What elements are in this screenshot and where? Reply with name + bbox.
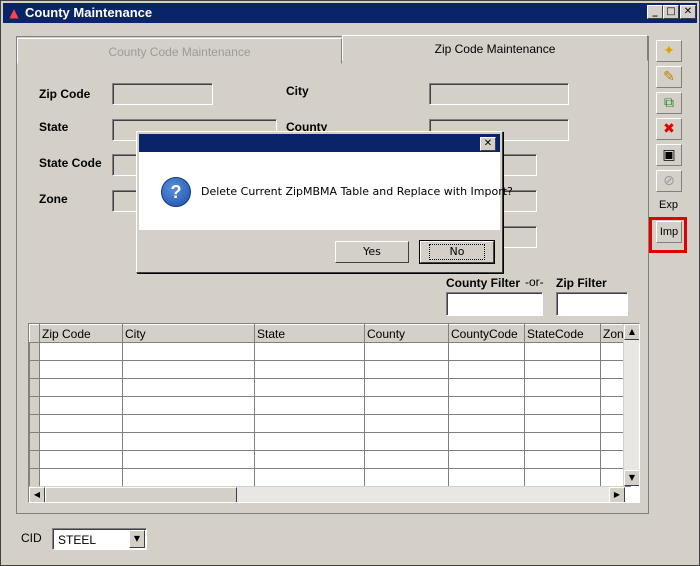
cid-label: CID: [21, 531, 42, 545]
app-icon: ▲: [9, 6, 19, 20]
zip-code-grid[interactable]: Zip Code City State County CountyCode St…: [28, 323, 640, 503]
zip-code-label: Zip Code: [39, 87, 91, 101]
table-row[interactable]: [29, 342, 631, 361]
zip-filter-label: Zip Filter: [556, 276, 607, 290]
grid-vertical-scrollbar[interactable]: ▲ ▼: [623, 324, 639, 486]
city-label: City: [286, 84, 309, 98]
confirm-dialog: ✕ ? Delete Current ZipMBMA Table and Rep…: [136, 131, 513, 273]
state-code-label: State Code: [39, 156, 102, 170]
scroll-left-icon[interactable]: ◀: [29, 487, 45, 502]
col-state-code[interactable]: StateCode: [524, 324, 601, 343]
tab-zip-code-maintenance[interactable]: Zip Code Maintenance: [342, 35, 648, 61]
scroll-down-icon[interactable]: ▼: [624, 470, 639, 486]
grid-corner: [29, 324, 40, 343]
title-bar: ▲ County Maintenance _ □ ✕: [3, 3, 697, 23]
cid-select[interactable]: STEEL ▼: [52, 528, 147, 550]
new-icon[interactable]: ✦: [656, 40, 682, 62]
col-state[interactable]: State: [254, 324, 365, 343]
col-county-code[interactable]: CountyCode: [448, 324, 525, 343]
col-zip-code[interactable]: Zip Code: [39, 324, 123, 343]
scroll-thumb[interactable]: [45, 487, 237, 502]
zip-filter-input[interactable]: [556, 292, 628, 316]
tab-county-code-maintenance[interactable]: County Code Maintenance: [17, 38, 342, 64]
delete-icon[interactable]: ✖: [656, 118, 682, 140]
question-icon: ?: [161, 177, 191, 207]
county-maintenance-window: ▲ County Maintenance _ □ ✕ County Code M…: [0, 0, 700, 566]
no-button-label: No: [428, 244, 486, 260]
table-row[interactable]: [29, 450, 631, 469]
city-field[interactable]: [429, 83, 569, 105]
window-title: County Maintenance: [25, 5, 153, 20]
county-filter-input[interactable]: [446, 292, 543, 316]
cid-value: STEEL: [58, 533, 97, 547]
chevron-down-icon[interactable]: ▼: [129, 530, 145, 548]
table-row[interactable]: [29, 468, 631, 487]
export-button[interactable]: Exp: [659, 199, 678, 211]
close-button[interactable]: ✕: [680, 5, 696, 19]
yes-button[interactable]: Yes: [335, 241, 409, 263]
table-row[interactable]: [29, 396, 631, 415]
cancel-icon[interactable]: ⊘: [656, 170, 682, 192]
dialog-close-button[interactable]: ✕: [480, 137, 496, 151]
dialog-title-bar: ✕: [139, 134, 500, 152]
grid-horizontal-scrollbar[interactable]: ◀ ▶: [29, 486, 625, 502]
no-button[interactable]: No: [419, 240, 495, 264]
col-city[interactable]: City: [122, 324, 255, 343]
or-label: -or-: [525, 275, 544, 289]
dialog-message: Delete Current ZipMBMA Table and Replace…: [201, 185, 513, 198]
scroll-up-icon[interactable]: ▲: [624, 324, 639, 340]
maximize-button[interactable]: □: [663, 5, 679, 19]
col-county[interactable]: County: [364, 324, 449, 343]
minimize-button[interactable]: _: [647, 5, 663, 19]
table-row[interactable]: [29, 432, 631, 451]
zone-label: Zone: [39, 192, 68, 206]
county-filter-label: County Filter: [446, 276, 520, 290]
zip-code-field[interactable]: [112, 83, 213, 105]
edit-icon[interactable]: ✎: [656, 66, 682, 88]
yes-button-label: Yes: [363, 245, 381, 258]
state-label: State: [39, 120, 69, 134]
table-row[interactable]: [29, 414, 631, 433]
save-icon[interactable]: ▣: [656, 144, 682, 166]
dialog-body: ? Delete Current ZipMBMA Table and Repla…: [139, 152, 513, 230]
scroll-right-icon[interactable]: ▶: [609, 487, 625, 502]
import-highlight-box: [649, 217, 687, 253]
table-row[interactable]: [29, 360, 631, 379]
copy-icon[interactable]: ⧉: [656, 92, 682, 114]
table-row[interactable]: [29, 378, 631, 397]
